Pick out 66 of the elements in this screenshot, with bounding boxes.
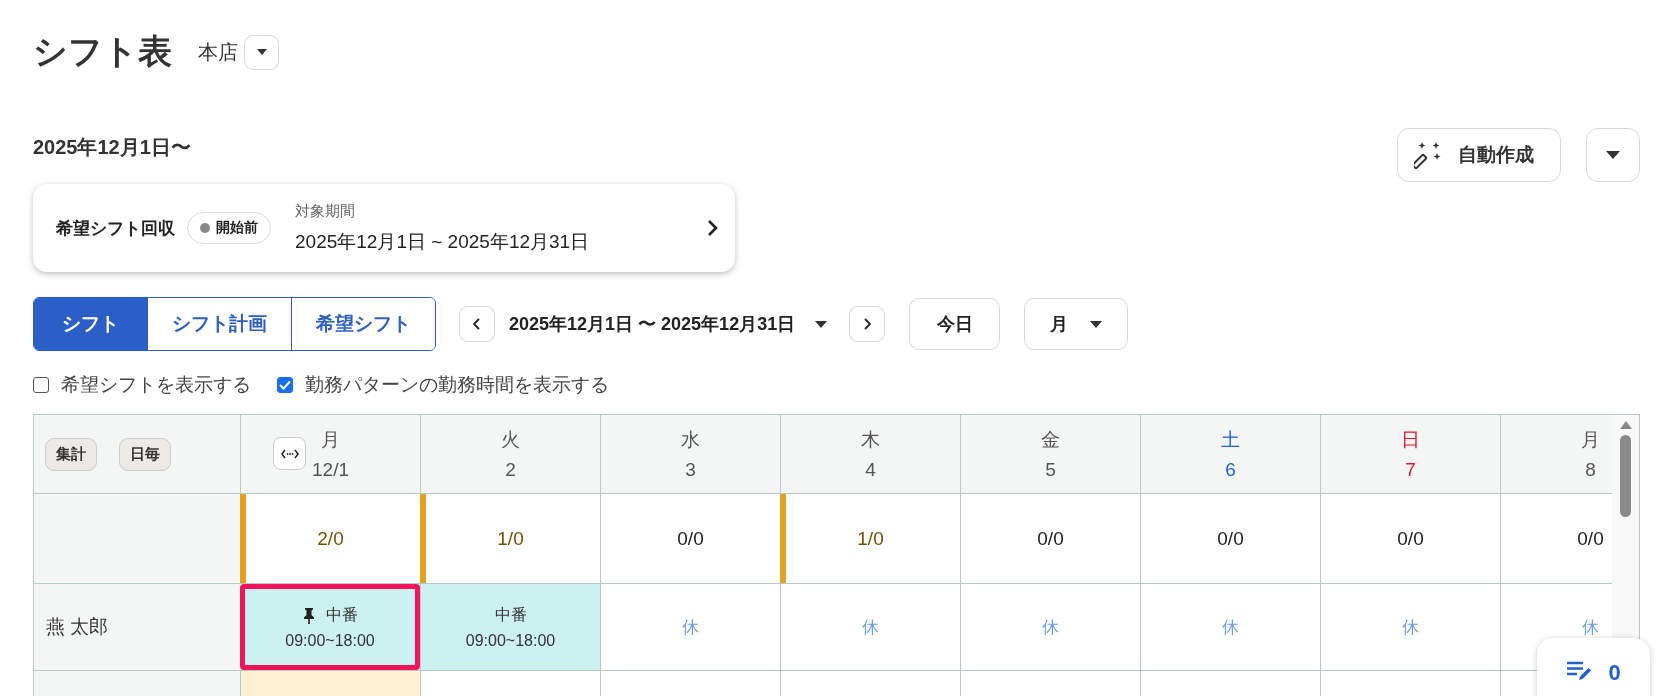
toggle-chip[interactable]: 集計 <box>45 437 97 471</box>
card-title: 希望シフト回収 <box>56 217 175 240</box>
view-tab[interactable]: 希望シフト <box>291 298 435 350</box>
staff-count: 0/0 <box>677 527 704 550</box>
weekday-label: 月 <box>321 428 340 452</box>
staff-count: 0/0 <box>1397 527 1424 550</box>
staff-count: 0/0 <box>1217 527 1244 550</box>
store-dropdown-button[interactable] <box>244 34 279 70</box>
staff-count: 0/0 <box>1577 527 1604 550</box>
scroll-up-icon[interactable] <box>1619 421 1632 429</box>
expand-columns-button[interactable] <box>273 437 306 470</box>
caret-icon <box>1090 320 1103 328</box>
chevron-left-icon <box>473 318 481 330</box>
shift-cell[interactable]: 中番 09:00~18:00 <box>420 584 600 670</box>
auto-create-button[interactable]: 自動作成 <box>1397 128 1561 182</box>
period-heading: 2025年12月1日〜 <box>33 135 192 160</box>
collection-card[interactable]: 希望シフト回収 開始前 対象期間 2025年12月1日 ~ 2025年12月31日 <box>33 184 735 272</box>
staff-count: 2/0 <box>317 527 344 550</box>
checkbox-label: 勤務パターンの勤務時間を表示する <box>305 373 609 397</box>
chevron-right-icon <box>707 219 719 237</box>
date-label: 12/1 <box>312 459 349 481</box>
shift-cell[interactable]: 中番 09:00~18:00 <box>240 584 420 670</box>
date-label: 6 <box>1225 459 1236 481</box>
caret-icon <box>256 49 267 55</box>
date-label: 4 <box>865 459 876 481</box>
caret-icon <box>1606 151 1620 159</box>
shift-time: 09:00~18:00 <box>285 631 375 650</box>
staff-count: 1/0 <box>497 527 524 550</box>
date-label: 7 <box>1405 459 1416 481</box>
date-label: 3 <box>685 459 696 481</box>
date-label: 5 <box>1045 459 1056 481</box>
store-name: 本店 <box>198 39 238 65</box>
checkbox-label: 希望シフトを表示する <box>61 373 251 397</box>
caret-icon <box>815 320 828 328</box>
next-button[interactable] <box>849 306 886 342</box>
toggle-chip[interactable]: 日毎 <box>119 437 171 471</box>
weekday-label: 火 <box>501 428 520 452</box>
view-tab[interactable]: シフト <box>34 298 147 350</box>
checkbox[interactable] <box>33 377 49 393</box>
checkbox[interactable] <box>277 377 293 393</box>
previous-button[interactable] <box>459 306 495 342</box>
page-title: シフト表 <box>33 31 172 72</box>
scrollbar-thumb[interactable] <box>1620 435 1631 517</box>
weekday-label: 金 <box>1041 428 1060 452</box>
period-label: 対象期間 <box>295 201 356 221</box>
date-label: 2 <box>505 459 516 481</box>
employee-name: 燕 太郎 <box>34 584 240 670</box>
weekday-label: 日 <box>1401 428 1420 452</box>
shift-name: 中番 <box>326 604 358 625</box>
magic-wand-icon <box>1414 141 1442 169</box>
today-button[interactable]: 今日 <box>909 298 1001 350</box>
date-label: 8 <box>1585 459 1596 481</box>
chevron-right-icon <box>863 318 872 330</box>
shift-name: 中番 <box>494 604 527 625</box>
staff-count: 0/0 <box>1037 527 1064 550</box>
weekday-label: 月 <box>1581 428 1600 452</box>
view-select[interactable]: 月 <box>1024 298 1129 350</box>
weekday-label: 水 <box>681 428 700 452</box>
period-value: 2025年12月1日 ~ 2025年12月31日 <box>295 229 590 254</box>
weekday-label: 土 <box>1221 428 1240 452</box>
notes-button[interactable]: 0 <box>1537 638 1650 696</box>
shift-time: 09:00~18:00 <box>465 631 556 650</box>
date-range-dropdown[interactable]: 2025年12月1日 〜 2025年12月31日 <box>503 311 834 337</box>
expand-horizontal-icon <box>280 448 299 459</box>
weekday-label: 木 <box>861 428 880 452</box>
staff-count: 1/0 <box>857 527 884 550</box>
